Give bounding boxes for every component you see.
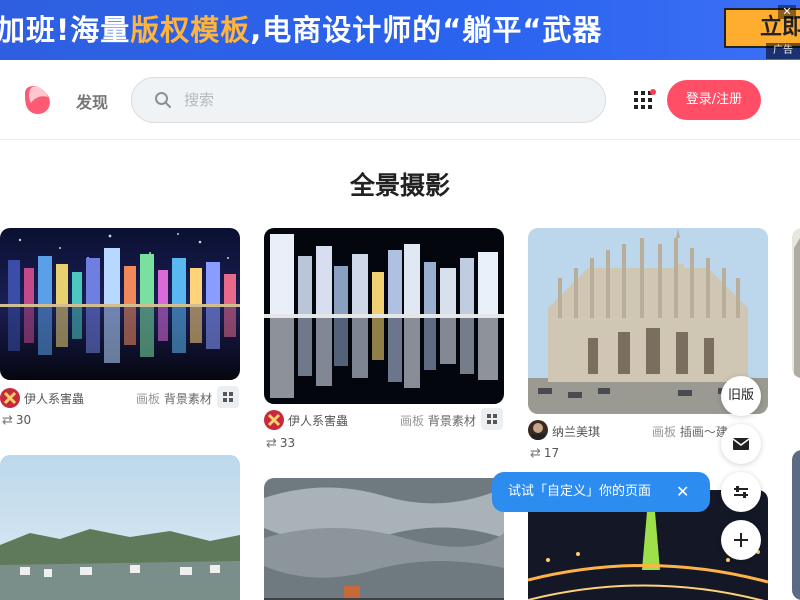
pin-board[interactable]: 画板 背景素材 [136, 390, 212, 407]
header: 发现 登录/注册 [0, 60, 800, 140]
ad-text-suffix: ,电商设计师的“躺平“武器 [250, 13, 603, 47]
page: 加班!海量版权模板,电商设计师的“躺平“武器 立即 ✕ 广告 发现 登录/注册 … [0, 0, 800, 600]
ad-close-icon[interactable]: ✕ [778, 5, 796, 19]
avatar[interactable] [528, 420, 548, 440]
repin-number: 30 [15, 413, 32, 427]
pin-image-partial-right[interactable] [792, 228, 800, 378]
page-title: 全景摄影 [349, 171, 450, 200]
repin-number: 33 [279, 436, 296, 450]
repin-icon: ⇄ [266, 436, 277, 451]
board-prefix: 画板 [136, 392, 161, 406]
pin-board[interactable]: 画板 背景素材 [400, 412, 476, 429]
ad-tag: 广告 [766, 43, 800, 59]
board-name: 背景素材 [163, 392, 212, 406]
notification-dot [650, 89, 656, 95]
pin-image-partial-right-2[interactable] [792, 450, 800, 600]
pin-username[interactable]: 伊人系害蟲 [288, 412, 348, 429]
logo-icon[interactable] [22, 83, 54, 117]
pin-menu-icon[interactable] [481, 408, 503, 430]
repin-icon: ⇄ [2, 413, 13, 428]
board-prefix: 画板 [400, 414, 425, 428]
plus-icon [734, 533, 748, 547]
pin-image-storm-cloud[interactable] [264, 478, 504, 600]
pin-username[interactable]: 伊人系害蟲 [24, 390, 84, 407]
ad-text-prefix: 加班!海量 [0, 13, 131, 47]
add-button[interactable] [721, 520, 761, 560]
avatar[interactable] [264, 410, 284, 430]
tooltip-text: 试试「自定义」你的页面 [508, 484, 652, 499]
pin-username[interactable]: 纳兰美琪 [552, 423, 600, 440]
ad-banner[interactable]: 加班!海量版权模板,电商设计师的“躺平“武器 立即 ✕ 广告 [0, 0, 800, 60]
ad-text-highlight: 版权模板 [130, 13, 251, 47]
ad-headline: 加班!海量版权模板,电商设计师的“躺平“武器 [0, 10, 602, 50]
search-bar[interactable] [131, 77, 606, 123]
pin-board[interactable]: 画板 插画～建 [652, 423, 728, 440]
board-prefix: 画板 [652, 425, 677, 439]
repin-count: ⇄ 30 [2, 413, 31, 428]
pin-image-city-night-2[interactable] [264, 228, 504, 404]
mail-icon [732, 438, 750, 450]
customize-button[interactable] [721, 472, 761, 512]
search-input[interactable] [184, 88, 584, 112]
old-version-button[interactable]: 旧版 [721, 376, 761, 416]
message-button[interactable] [721, 424, 761, 464]
avatar[interactable] [0, 388, 20, 408]
pin-image-city-night-1[interactable] [0, 228, 240, 380]
pin-menu-icon[interactable] [217, 386, 239, 408]
repin-count: ⇄ 17 [530, 446, 559, 461]
close-icon[interactable]: ✕ [676, 472, 689, 512]
search-icon [155, 92, 171, 108]
board-name: 背景素材 [427, 414, 476, 428]
login-register-button[interactable]: 登录/注册 [667, 80, 761, 120]
repin-number: 17 [543, 446, 560, 460]
pin-image-coastal-town[interactable] [0, 455, 240, 600]
customize-tooltip[interactable]: 试试「自定义」你的页面 ✕ [492, 472, 710, 512]
nav-discover[interactable]: 发现 [76, 89, 108, 113]
sliders-icon [734, 486, 748, 498]
repin-count: ⇄ 33 [266, 436, 295, 451]
repin-icon: ⇄ [530, 446, 541, 461]
